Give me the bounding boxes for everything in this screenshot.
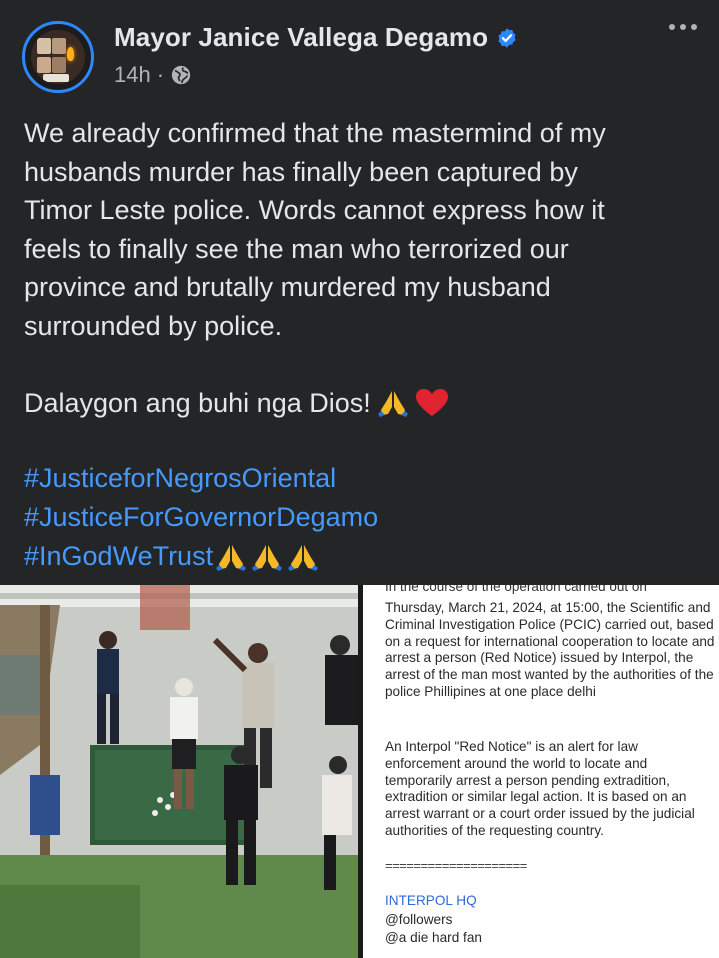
post-media[interactable]: In the course of the operation carried o…: [0, 585, 719, 958]
closing-text: Dalaygon ang buhi nga Dios!: [24, 388, 371, 418]
post-body-line: Timor Leste police. Words cannot express…: [24, 195, 605, 225]
globe-icon: [171, 65, 191, 85]
post-timestamp[interactable]: 14h: [114, 62, 151, 88]
doc-source: INTERPOL HQ: [385, 893, 477, 908]
more-dot: [669, 24, 675, 30]
doc-paragraph: Thursday, March 21, 2024, at 15:00, the …: [385, 600, 715, 699]
post-body-line: We already confirmed that the mastermind…: [24, 118, 606, 148]
interpol-notice-screenshot[interactable]: In the course of the operation carried o…: [363, 585, 719, 958]
hashtags: #JusticeforNegrosOriental #JusticeForGov…: [24, 459, 378, 576]
post-body-line: surrounded by police.: [24, 310, 283, 341]
doc-footer-line: @a die hard fan: [385, 930, 482, 945]
meta-separator: ·: [156, 62, 165, 87]
more-dot: [680, 24, 686, 30]
hashtag-link[interactable]: #InGodWeTrust: [24, 537, 213, 576]
doc-cut-line: In the course of the operation carried o…: [385, 585, 647, 594]
post-body-line: province and brutally murdered my husban…: [24, 272, 551, 302]
avatar-image: [31, 30, 85, 84]
hashtag-link[interactable]: #JusticeForGovernorDegamo: [24, 498, 378, 537]
hashtag-link[interactable]: #JusticeforNegrosOriental: [24, 459, 336, 498]
folded-hands-emoji: [377, 388, 409, 418]
author-name[interactable]: Mayor Janice Vallega Degamo: [114, 22, 488, 53]
folded-hands-emoji: [251, 542, 283, 572]
post-body-line: feels to finally see the man who terrori…: [24, 233, 569, 264]
candle-flame: [67, 47, 74, 61]
doc-separator: ====================: [385, 858, 527, 873]
author-avatar[interactable]: [22, 21, 94, 93]
doc-paragraph: An Interpol "Red Notice" is an alert for…: [385, 739, 695, 838]
post-body-line: husbands murder has finally been capture…: [24, 156, 578, 187]
post-meta: 14h ·: [114, 62, 192, 88]
folded-hands-emoji: [215, 542, 247, 572]
red-heart-emoji: [415, 388, 449, 418]
doc-footer-line: @followers: [385, 912, 453, 927]
more-options-icon[interactable]: [669, 24, 697, 30]
post-closing-line: Dalaygon ang buhi nga Dios!: [24, 384, 449, 423]
arrest-photo[interactable]: [0, 585, 358, 958]
post-body: We already confirmed that the mastermind…: [24, 114, 704, 345]
verified-badge-icon: [498, 27, 516, 48]
post-header: Mayor Janice Vallega Degamo 14h ·: [0, 0, 719, 110]
more-dot: [691, 24, 697, 30]
folded-hands-emoji: [287, 542, 319, 572]
